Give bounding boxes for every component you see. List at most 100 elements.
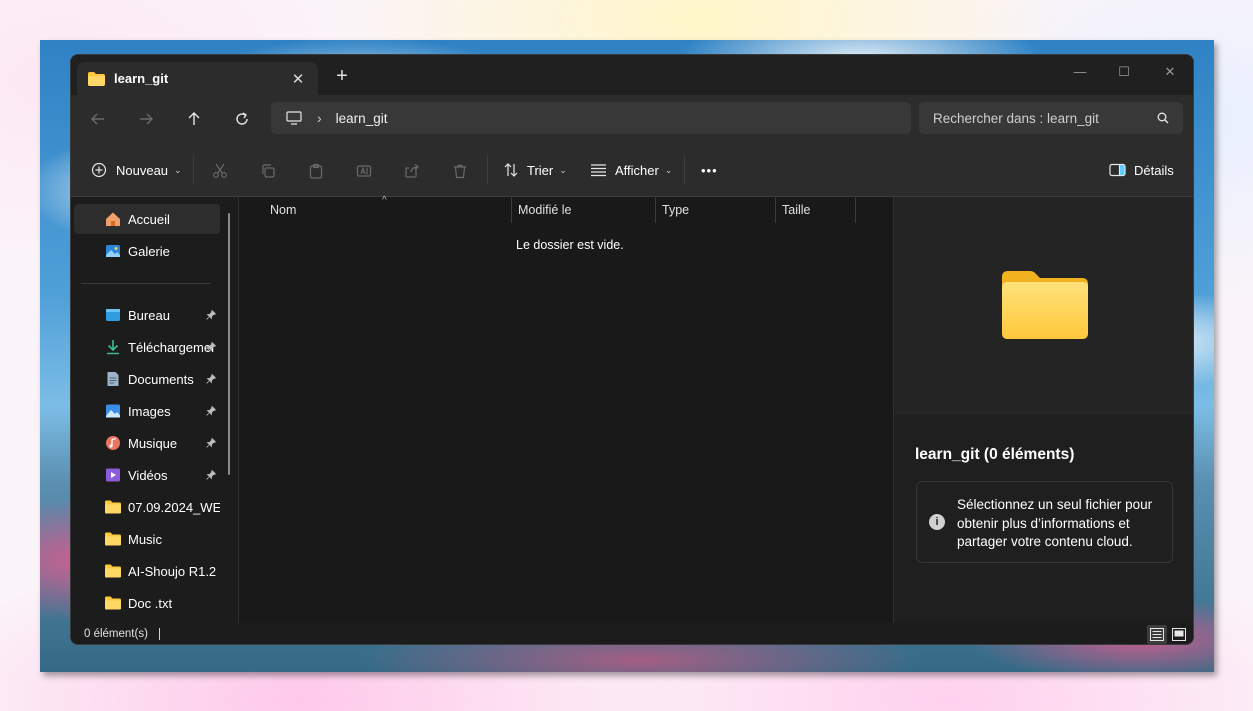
title-bar: learn_git ✕ + — ☐ ✕: [71, 55, 1193, 95]
tab-learn-git[interactable]: learn_git ✕: [77, 62, 318, 95]
search-placeholder: Rechercher dans : learn_git: [933, 110, 1099, 126]
plus-circle-icon: [91, 162, 107, 178]
maximize-button[interactable]: ☐: [1101, 59, 1147, 85]
folder-icon: [88, 72, 105, 86]
details-title: learn_git (0 éléments): [915, 446, 1075, 463]
details-view-icon: [1150, 628, 1164, 641]
file-list-area[interactable]: ^ Nom Modifié le Type Taille Le dossier …: [239, 195, 893, 623]
sidebar-item-musique[interactable]: Musique: [74, 428, 220, 458]
sidebar-item-doc-txt-folder[interactable]: Doc .txt: [74, 588, 220, 618]
folder-icon: [105, 563, 121, 579]
item-count: 0 élément(s): [84, 628, 148, 640]
videos-icon: [105, 467, 121, 483]
details-view-button[interactable]: [1147, 625, 1167, 644]
tab-close-icon[interactable]: ✕: [288, 70, 308, 88]
share-button[interactable]: [401, 160, 423, 182]
folder-icon: [105, 499, 121, 515]
sidebar-item-documents[interactable]: Documents: [74, 364, 220, 394]
details-label: Détails: [1134, 162, 1174, 178]
column-header-modified[interactable]: Modifié le: [518, 197, 572, 223]
column-header-type[interactable]: Type: [662, 197, 689, 223]
chevron-down-icon: ⌄: [664, 164, 673, 175]
arrow-right-icon: [140, 113, 153, 125]
sort-label: Trier: [527, 162, 554, 178]
status-bar: 0 élément(s): [71, 623, 1193, 644]
sort-icon: [504, 163, 518, 177]
sidebar-scrollbar[interactable]: [228, 213, 230, 475]
sidebar-item-images[interactable]: Images: [74, 396, 220, 426]
pin-icon: [206, 470, 216, 480]
details-pane-button[interactable]: Détails: [1109, 156, 1174, 184]
pin-icon: [206, 438, 216, 448]
sidebar-item-webdl-folder[interactable]: 07.09.2024_WEBDI: [74, 492, 220, 522]
pin-icon: [206, 342, 216, 352]
paste-button[interactable]: [305, 160, 327, 182]
forward-button[interactable]: [130, 105, 162, 133]
column-divider[interactable]: [655, 197, 656, 223]
large-folder-icon: [1002, 271, 1088, 339]
up-button[interactable]: [178, 105, 210, 133]
column-divider[interactable]: [855, 197, 856, 223]
rename-icon: [356, 165, 372, 177]
details-info-text: Sélectionnez un seul fichier pour obteni…: [957, 497, 1153, 549]
view-label: Afficher: [615, 162, 659, 178]
minimize-button[interactable]: —: [1057, 59, 1103, 85]
rename-button[interactable]: [353, 160, 375, 182]
breadcrumb-learn-git[interactable]: learn_git: [336, 111, 388, 126]
search-input[interactable]: Rechercher dans : learn_git: [919, 102, 1183, 134]
home-icon: [105, 211, 121, 227]
status-divider: [159, 628, 160, 640]
view-lines-icon: [591, 164, 606, 177]
empty-folder-message: Le dossier est vide.: [516, 238, 624, 252]
delete-button[interactable]: [449, 160, 471, 182]
desktop-icon: [105, 307, 121, 323]
download-icon: [105, 339, 121, 355]
column-divider[interactable]: [511, 197, 512, 223]
column-header-name[interactable]: Nom: [270, 197, 296, 223]
column-header-size[interactable]: Taille: [782, 197, 811, 223]
sidebar-item-videos[interactable]: Vidéos: [74, 460, 220, 490]
file-explorer-window: learn_git ✕ + — ☐ ✕ › learn_git Recherch…: [70, 54, 1194, 645]
breadcrumb-chevron-icon[interactable]: ›: [317, 110, 322, 126]
refresh-button[interactable]: [226, 105, 258, 133]
preview-area: [894, 197, 1193, 415]
sidebar-divider: [81, 283, 211, 284]
arrow-up-icon: [188, 112, 200, 125]
sidebar-item-accueil[interactable]: Accueil: [74, 204, 220, 234]
cut-button[interactable]: [209, 160, 231, 182]
large-icons-view-button[interactable]: [1169, 625, 1189, 644]
close-window-button[interactable]: ✕: [1147, 59, 1193, 85]
sidebar-item-galerie[interactable]: Galerie: [74, 236, 220, 266]
toolbar-divider: [684, 156, 685, 184]
share-icon: [405, 164, 419, 178]
more-options-button[interactable]: •••: [701, 156, 718, 184]
folder-icon: [105, 595, 121, 611]
address-bar[interactable]: › learn_git: [271, 102, 911, 134]
details-pane-icon: [1109, 163, 1126, 177]
arrow-left-icon: [91, 113, 104, 125]
trash-icon: [454, 164, 466, 179]
view-button[interactable]: Afficher ⌄: [590, 156, 672, 184]
pin-icon: [206, 406, 216, 416]
details-info-box: i Sélectionnez un seul fichier pour obte…: [916, 481, 1173, 563]
details-pane: learn_git (0 éléments) i Sélectionnez un…: [894, 197, 1193, 623]
new-button-label: Nouveau: [116, 162, 169, 178]
refresh-icon: [236, 112, 248, 125]
column-divider[interactable]: [775, 197, 776, 223]
toolbar-divider: [193, 156, 194, 184]
new-tab-button[interactable]: +: [332, 65, 352, 88]
this-pc-icon[interactable]: [285, 109, 303, 127]
images-icon: [105, 403, 121, 419]
sidebar-item-music-folder[interactable]: Music: [74, 524, 220, 554]
sidebar-item-ai-shoujo-folder[interactable]: AI-Shoujo R1.2: [74, 556, 220, 586]
back-button[interactable]: [82, 105, 114, 133]
info-icon: i: [929, 514, 945, 530]
sort-button[interactable]: Trier ⌄: [503, 156, 567, 184]
sidebar-item-telechargements[interactable]: Téléchargemer: [74, 332, 220, 362]
copy-button[interactable]: [257, 160, 279, 182]
tab-title: learn_git: [114, 71, 169, 86]
navigation-bar: › learn_git Rechercher dans : learn_git: [71, 95, 1193, 143]
pin-icon: [206, 310, 216, 320]
new-button[interactable]: Nouveau ⌄: [91, 156, 182, 184]
sidebar-item-bureau[interactable]: Bureau: [74, 300, 220, 330]
